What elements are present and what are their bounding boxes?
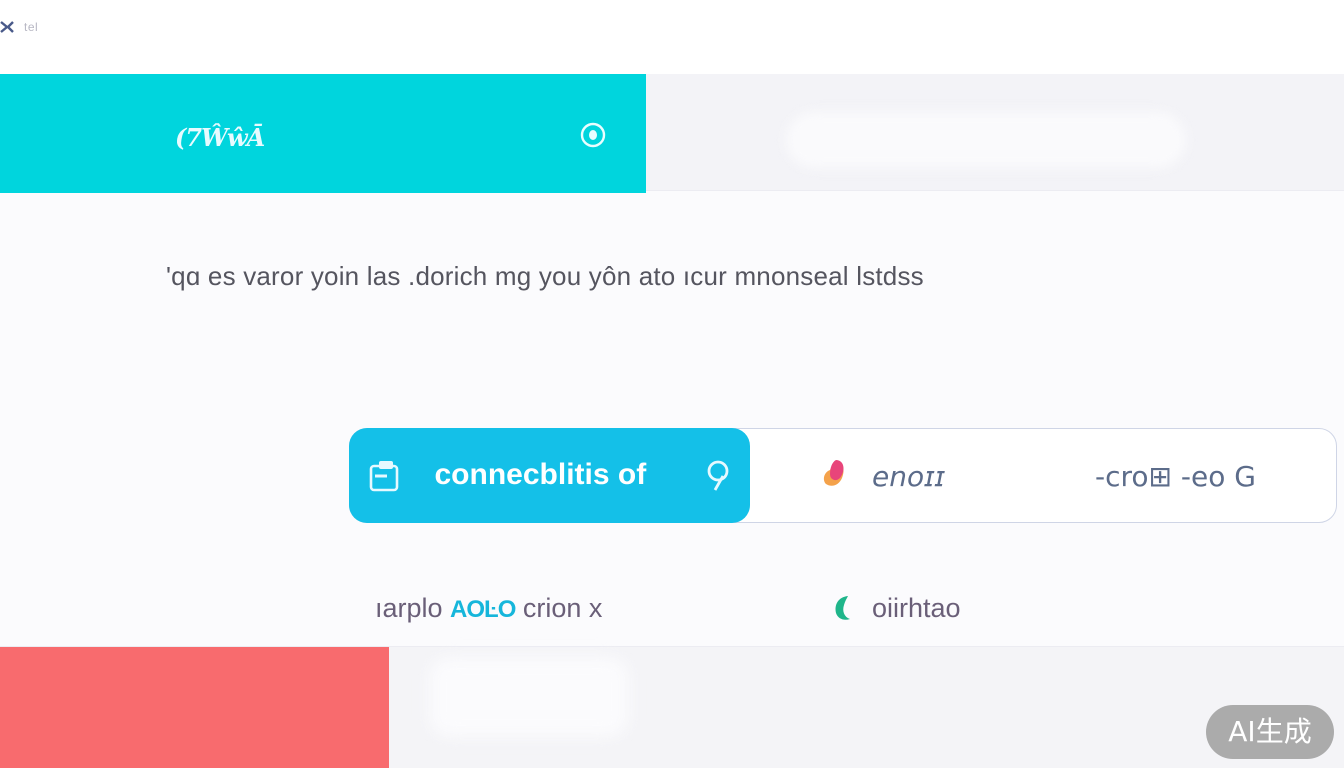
hero-right-panel <box>646 74 1344 191</box>
tab-group: connecblitis of enoɪɪ -cro⊞ -eo G <box>348 427 1337 523</box>
coral-block <box>0 647 389 768</box>
tab-label: -cro⊞ -eo G <box>1095 459 1256 493</box>
legend-item-aoco[interactable]: ıarplo AOĿO crion x <box>375 588 602 630</box>
clipboard-icon <box>369 460 398 491</box>
ai-generated-badge: AI生成 <box>1206 705 1334 759</box>
description-text: 'qɑ es varor yoin las .dorich mg you yôn… <box>166 261 924 291</box>
legend-item-oiirhtao[interactable]: oiirhtao <box>830 588 961 628</box>
app-logo[interactable]: tel <box>0 16 38 38</box>
hero-title: (7ŴŵĀ <box>175 123 265 152</box>
tab-label: enoɪɪ <box>872 459 945 493</box>
legend-label: oiirhtao <box>872 593 961 623</box>
legend-row: ıarplo AOĿO crion x oiirhtao <box>375 588 1075 628</box>
leaf-icon <box>835 596 850 620</box>
bottom-placeholder <box>429 657 629 737</box>
top-bar: tel <box>0 0 1344 74</box>
tab-enon[interactable]: enoɪɪ <box>820 428 1020 523</box>
logo-icon <box>0 21 14 33</box>
tab-croll[interactable]: -cro⊞ -eo G <box>1095 428 1335 523</box>
legend-accent: AOĿO <box>450 596 516 623</box>
bottom-panel <box>389 647 1344 768</box>
heart-icon <box>823 459 844 486</box>
hero-band <box>0 74 646 193</box>
app-logo-text: tel <box>24 20 39 34</box>
legend-suffix: crion x <box>515 593 603 623</box>
help-icon <box>707 460 728 491</box>
legend-prefix: ıarplo <box>375 593 451 623</box>
hero-right-placeholder <box>786 112 1186 168</box>
tab-connecblitis[interactable]: connecblitis of <box>348 427 750 523</box>
target-icon <box>580 122 606 148</box>
hero-target-button[interactable] <box>578 120 608 150</box>
tab-label: connecblitis of <box>434 457 647 491</box>
